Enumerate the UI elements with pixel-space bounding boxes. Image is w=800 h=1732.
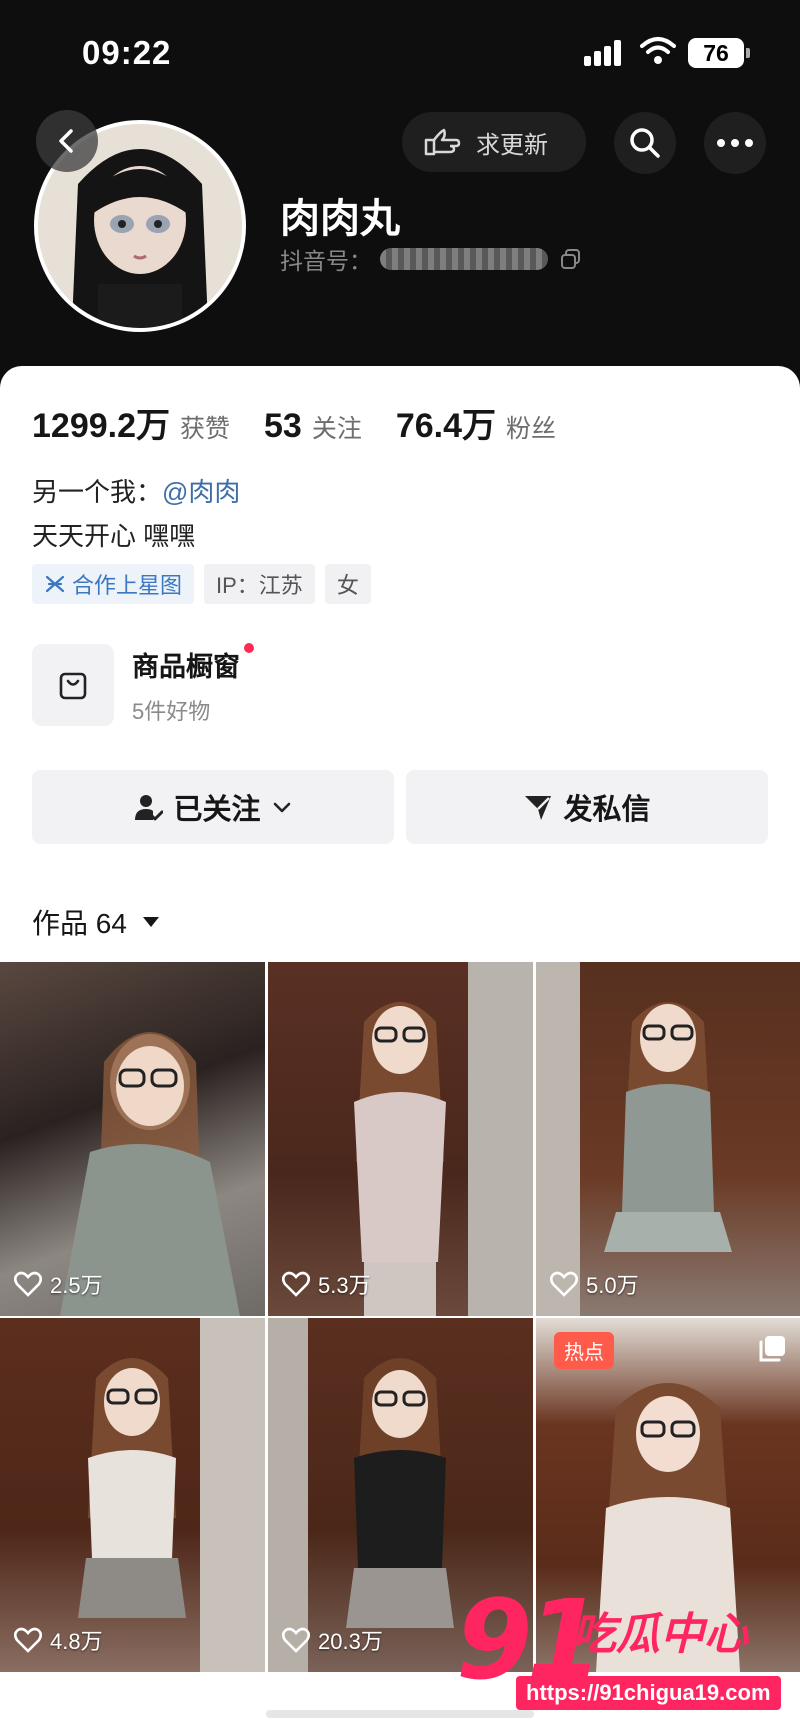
video-thumbnail[interactable]: 5.3万	[268, 962, 533, 1316]
followers-label: 粉丝	[506, 415, 557, 443]
wifi-icon	[640, 37, 676, 64]
heart-icon	[14, 1271, 42, 1297]
video-thumbnail-image	[78, 1318, 265, 1672]
battery-indicator: 76	[688, 38, 750, 68]
more-icon	[714, 134, 756, 152]
heart-icon	[550, 1271, 578, 1297]
request-update-label: 求更新	[476, 131, 548, 159]
video-likes: 20.3万	[282, 1624, 383, 1656]
user-check-icon	[135, 795, 164, 821]
star-map-icon	[45, 575, 65, 593]
video-likes: 2.5万	[14, 1268, 103, 1300]
multi-image-icon	[759, 1336, 785, 1362]
profile-card: 1299.2万 获赞 53 关注 76.4万 粉丝 另一个我：@肉肉 天天开心 …	[0, 366, 800, 962]
video-likes: 5.0万	[550, 1268, 639, 1300]
douyin-id-value-blurred	[380, 248, 548, 270]
video-thumbnail[interactable]: 2.5万	[0, 962, 265, 1316]
bio-line-1: 另一个我：@肉肉	[32, 472, 240, 509]
shop-subtitle: 5件好物	[132, 698, 211, 724]
bio-line-2: 天天开心 嘿嘿	[32, 521, 196, 551]
tag-ip: IP：江苏	[204, 564, 315, 604]
watermark-text: 吃瓜中心	[572, 1610, 748, 1659]
send-icon	[525, 796, 552, 820]
video-likes: 5.3万	[282, 1268, 371, 1300]
shopping-bag-icon	[32, 644, 114, 726]
shop-title: 商品橱窗	[132, 642, 254, 684]
douyin-id: 抖音号：	[280, 242, 582, 276]
followers-count[interactable]: 76.4万	[396, 398, 496, 447]
video-likes-count: 2.5万	[50, 1273, 103, 1298]
video-likes-count: 5.3万	[318, 1273, 371, 1298]
send-message-button[interactable]: 发私信	[406, 770, 768, 844]
search-button[interactable]	[614, 112, 676, 174]
following-button-label: 已关注	[173, 794, 261, 826]
chevron-left-icon	[59, 129, 73, 153]
bio-text: 另一个我：	[32, 477, 163, 507]
works-tab[interactable]: 作品 64	[32, 902, 159, 942]
site-watermark: 91 吃瓜中心 https://91chigua19.com	[456, 1576, 800, 1726]
video-thumbnail[interactable]: 4.8万	[0, 1318, 265, 1672]
profile-tags: 合作上星图 IP：江苏 女	[32, 564, 371, 604]
video-thumbnail-image	[354, 962, 533, 1316]
profile-name: 肉肉丸	[280, 197, 400, 241]
hot-badge: 热点	[554, 1332, 614, 1369]
following-label: 关注	[311, 415, 362, 443]
back-button[interactable]	[36, 110, 98, 172]
video-likes-count: 4.8万	[50, 1629, 103, 1654]
more-button[interactable]	[704, 112, 766, 174]
copy-icon[interactable]	[560, 248, 582, 270]
following-button[interactable]: 已关注	[32, 770, 394, 844]
tag-star-map[interactable]: 合作上星图	[32, 564, 195, 604]
likes-count[interactable]: 1299.2万	[32, 398, 170, 447]
bio-mention-link[interactable]: @肉肉	[162, 477, 240, 507]
video-likes-count: 5.0万	[586, 1273, 639, 1298]
status-time: 09:22	[82, 34, 172, 71]
video-thumbnail[interactable]: 5.0万	[536, 962, 800, 1316]
video-thumbnail-image	[60, 1032, 240, 1316]
request-update-button[interactable]: 求更新	[402, 112, 586, 172]
video-likes: 4.8万	[14, 1624, 103, 1656]
heart-icon	[282, 1271, 310, 1297]
shop-window[interactable]: 商品橱窗 5件好物	[32, 642, 254, 726]
works-tab-label: 作品 64	[32, 908, 127, 939]
profile-header: 09:22 76 求更新 肉肉丸 抖音号：	[0, 0, 800, 380]
video-thumbnail-image	[536, 962, 732, 1316]
stats-row: 1299.2万 获赞 53 关注 76.4万 粉丝	[32, 398, 590, 447]
caret-down-icon	[142, 917, 159, 927]
chevron-down-icon	[273, 802, 290, 813]
pointing-hand-icon	[424, 128, 461, 156]
likes-label: 获赞	[180, 415, 231, 443]
heart-icon	[14, 1627, 42, 1653]
douyin-id-label: 抖音号：	[280, 248, 372, 274]
video-likes-count: 20.3万	[318, 1629, 383, 1654]
search-icon	[630, 128, 660, 158]
send-message-label: 发私信	[563, 794, 651, 826]
heart-icon	[282, 1627, 310, 1653]
watermark-url: https://91chigua19.com	[516, 1676, 781, 1710]
following-count[interactable]: 53	[264, 407, 302, 446]
home-indicator[interactable]	[266, 1710, 534, 1718]
status-bar: 09:22 76	[0, 0, 800, 104]
tag-gender: 女	[324, 564, 371, 604]
tag-star-map-label: 合作上星图	[72, 573, 183, 598]
signal-icon	[584, 40, 626, 66]
